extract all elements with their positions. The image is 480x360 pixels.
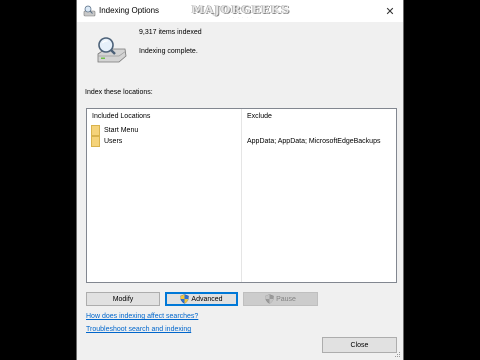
pause-button-label: Pause [276, 295, 296, 303]
items-indexed-count: 9,317 items indexed [139, 29, 202, 36]
close-window-icon[interactable]: ✕ [381, 2, 399, 20]
index-locations-label: Index these locations: [85, 89, 153, 96]
drive-search-icon [97, 37, 127, 63]
window-title: Indexing Options [99, 6, 160, 15]
list-item-start-menu[interactable]: Start Menu [91, 125, 138, 136]
indexing-options-icon [83, 5, 96, 17]
how-indexing-affects-searches-link[interactable]: How does indexing affect searches? [86, 313, 198, 320]
location-name: Start Menu [104, 127, 139, 134]
modify-button-label: Modify [112, 295, 134, 303]
advanced-button-label: Advanced [191, 295, 223, 303]
close-button[interactable]: Close [322, 337, 397, 353]
indexing-options-window: Indexing Options MAJORGEEKS · · · · · · … [76, 0, 404, 360]
folder-icon [91, 125, 100, 136]
advanced-button[interactable]: Advanced [165, 292, 238, 306]
title-bar[interactable]: Indexing Options MAJORGEEKS · · · · · · … [77, 0, 403, 22]
modify-button[interactable]: Modify [86, 292, 160, 306]
location-name: Users [104, 138, 123, 145]
uac-shield-icon [180, 294, 190, 304]
folder-icon [91, 136, 100, 147]
troubleshoot-indexing-link[interactable]: Troubleshoot search and indexing [86, 326, 191, 333]
column-header-included[interactable]: Included Locations [92, 113, 150, 120]
close-button-label: Close [350, 341, 369, 349]
column-divider[interactable] [241, 109, 242, 282]
majorgeeks-watermark-logo: MAJORGEEKS · · · · · · [181, 2, 301, 20]
uac-shield-icon [265, 294, 274, 304]
list-item-users[interactable]: Users [91, 136, 122, 147]
locations-list[interactable]: Included Locations Exclude Start Menu Us… [86, 108, 397, 283]
column-header-exclude[interactable]: Exclude [247, 113, 272, 120]
watermark-sub: · · · · · · [228, 14, 254, 20]
indexing-status: Indexing complete. [139, 48, 198, 55]
resize-grip-icon[interactable] [394, 351, 401, 358]
location-exclude: AppData; AppData; MicrosoftEdgeBackups [247, 138, 381, 145]
pause-button[interactable]: Pause [243, 292, 318, 306]
